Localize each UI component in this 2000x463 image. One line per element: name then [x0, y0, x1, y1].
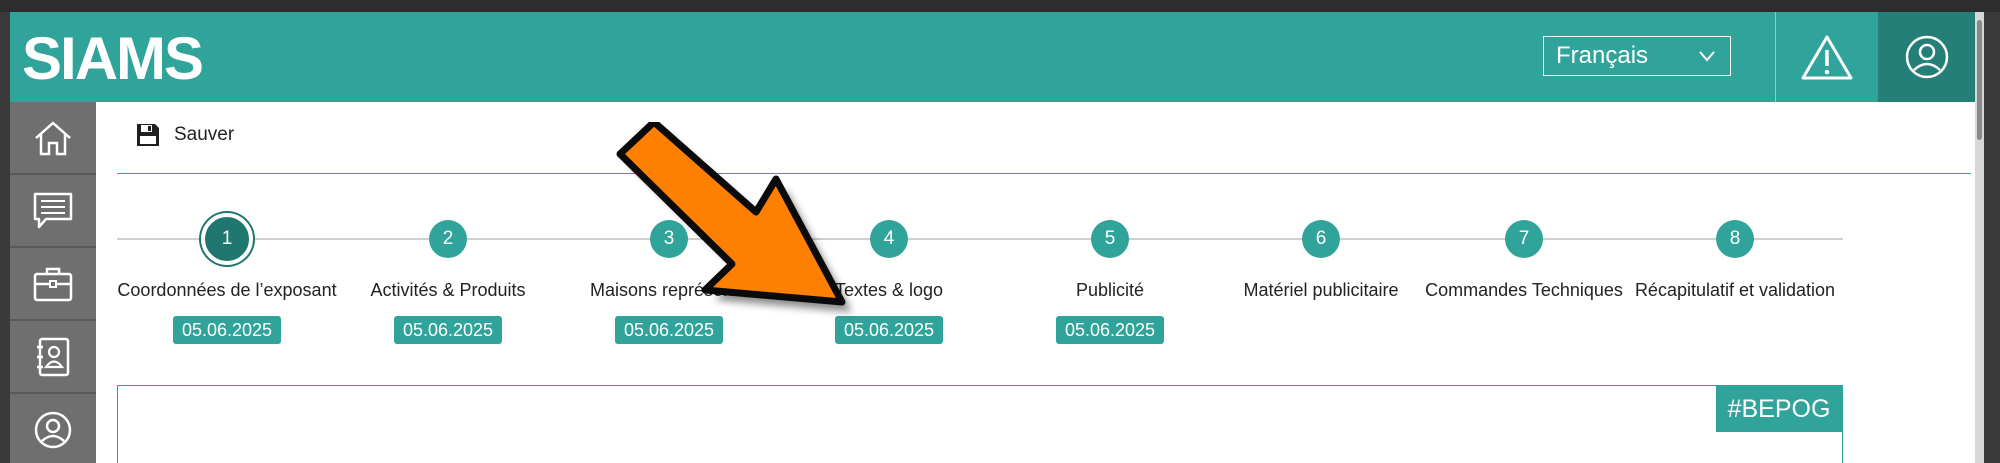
stepper-track — [117, 238, 1843, 240]
user-circle-icon — [1905, 35, 1948, 79]
alert-button[interactable] — [1776, 12, 1878, 102]
step-date-5: 05.06.2025 — [1056, 316, 1164, 344]
save-button[interactable]: Sauver — [136, 120, 234, 150]
step-label-8: Récapitulatif et validation — [1634, 280, 1836, 300]
message-icon — [33, 192, 73, 228]
step-number-8[interactable]: 8 — [1716, 220, 1754, 258]
warning-triangle-icon — [1801, 35, 1853, 80]
annotation-arrow — [616, 122, 852, 312]
step-date-1: 05.06.2025 — [173, 316, 281, 344]
language-value: Français — [1556, 42, 1649, 69]
content-panel — [117, 385, 1843, 463]
header-bar: SIAMS Français — [10, 12, 1984, 102]
toolbar-divider — [117, 173, 1971, 174]
app-window: SIAMS Français Sauver 1 Coordonnées de l… — [10, 12, 1984, 463]
save-label: Sauver — [174, 124, 235, 145]
step-number-2[interactable]: 2 — [429, 220, 467, 258]
chevron-down-icon — [1699, 51, 1715, 62]
sidebar-item-contacts[interactable] — [10, 321, 96, 394]
user-circle-icon — [34, 411, 72, 448]
language-select[interactable]: Français — [1543, 36, 1731, 76]
scrollbar-thumb[interactable] — [1977, 20, 1982, 140]
step-date-2: 05.06.2025 — [394, 316, 502, 344]
sidebar-item-profile[interactable] — [10, 394, 96, 463]
logo-text: SIAMS — [22, 27, 202, 87]
step-number-1[interactable]: 1 — [201, 213, 253, 265]
panel-tag: #BEPOG — [1716, 386, 1842, 432]
floppy-disk-icon — [137, 124, 159, 146]
step-number-5[interactable]: 5 — [1091, 220, 1129, 258]
user-account-button[interactable] — [1878, 12, 1975, 102]
step-number-6[interactable]: 6 — [1302, 220, 1340, 258]
siams-logo[interactable]: SIAMS — [22, 27, 222, 87]
window-frame — [0, 0, 2000, 12]
sidebar-item-home[interactable] — [10, 102, 96, 175]
step-number-7[interactable]: 7 — [1505, 220, 1543, 258]
contacts-book-icon — [37, 337, 70, 376]
sidebar-item-messages[interactable] — [10, 175, 96, 248]
home-icon — [35, 120, 71, 155]
